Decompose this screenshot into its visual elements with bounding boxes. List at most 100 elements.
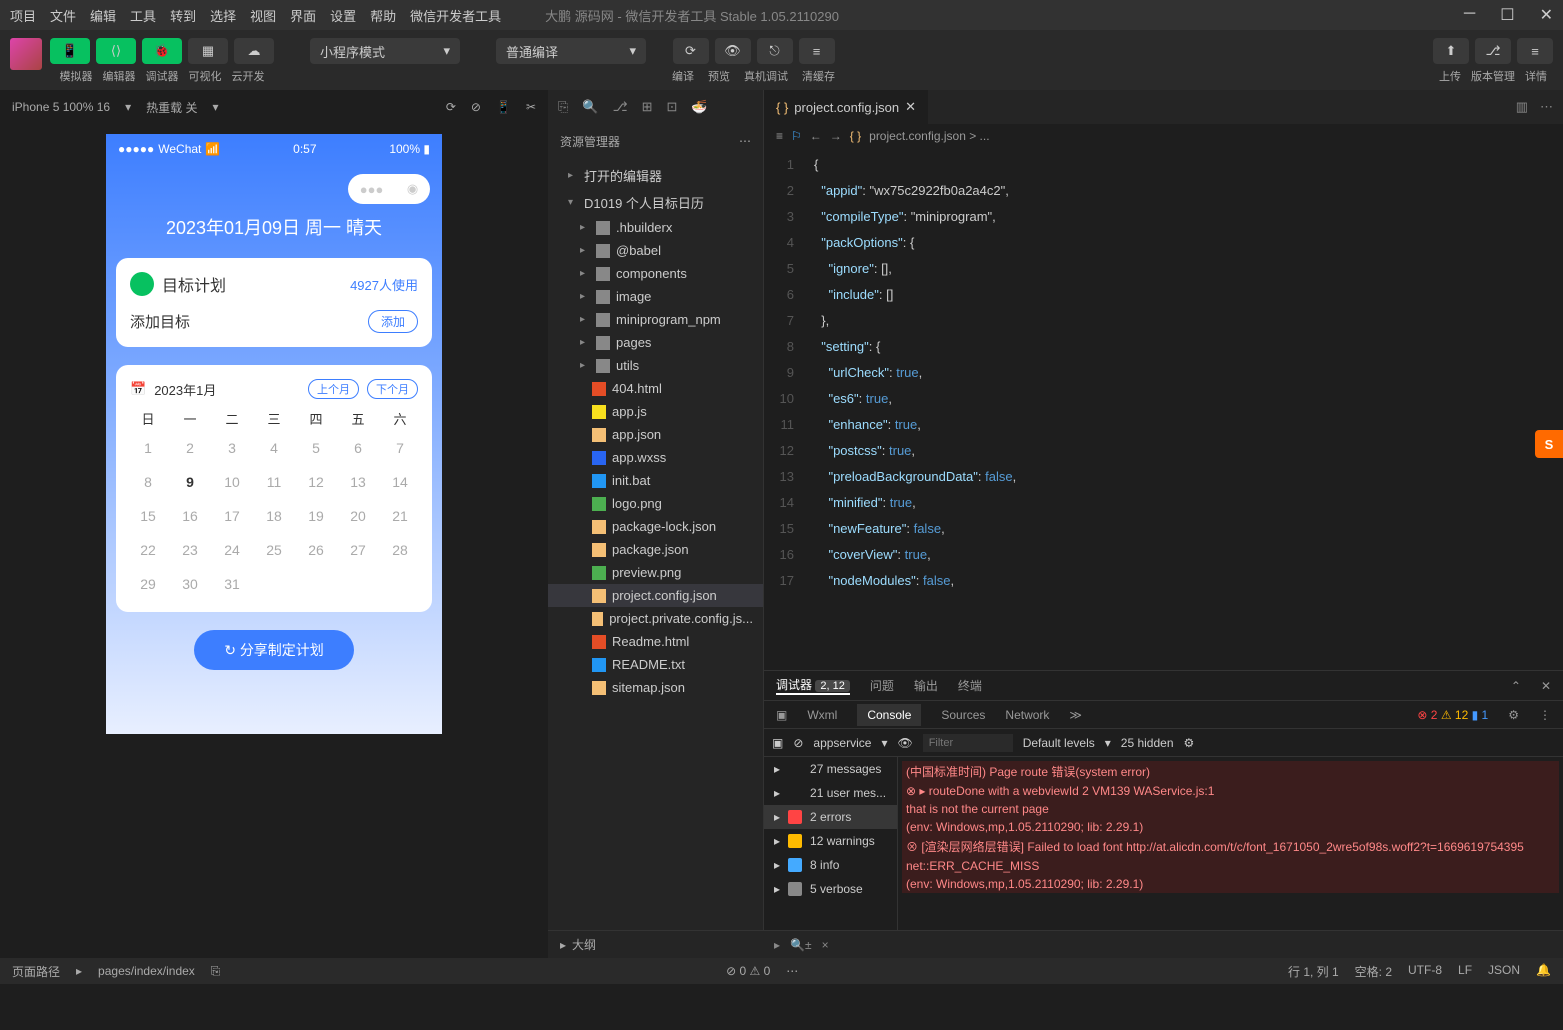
wxml-tab[interactable]: Wxml: [807, 708, 837, 722]
avatar[interactable]: [10, 38, 42, 70]
more-editor-icon[interactable]: ⋯: [1540, 99, 1553, 115]
menu-help[interactable]: 帮助: [370, 6, 396, 25]
bookmark-icon[interactable]: ⚐: [791, 129, 802, 143]
device-selector[interactable]: iPhone 5 100% 16: [12, 100, 110, 114]
project-root[interactable]: ▾D1019 个人目标日历: [548, 189, 763, 216]
encoding-status[interactable]: UTF-8: [1408, 963, 1442, 980]
console-filter-verb[interactable]: ▸5 verbose: [764, 877, 897, 901]
menu-project[interactable]: 项目: [10, 6, 36, 25]
details-button[interactable]: ≡: [1517, 38, 1553, 64]
folder-miniprogram_npm[interactable]: ▸miniprogram_npm: [548, 308, 763, 331]
folder-image[interactable]: ▸image: [548, 285, 763, 308]
compile-button[interactable]: ⟳: [673, 38, 709, 64]
context-selector[interactable]: appservice: [813, 736, 871, 750]
collapse-icon[interactable]: ⌃: [1511, 679, 1521, 693]
menu-ui[interactable]: 界面: [290, 6, 316, 25]
folder-utils[interactable]: ▸utils: [548, 354, 763, 377]
split-icon[interactable]: ▥: [1516, 99, 1528, 115]
menu-view[interactable]: 视图: [250, 6, 276, 25]
editor-button[interactable]: ⟨⟩: [96, 38, 136, 64]
eol-status[interactable]: LF: [1458, 963, 1472, 980]
console-filter-msg[interactable]: ▸27 messages: [764, 757, 897, 781]
menu-select[interactable]: 选择: [210, 6, 236, 25]
menu-file[interactable]: 文件: [50, 6, 76, 25]
search-icon[interactable]: 🔍: [582, 99, 598, 115]
file-item[interactable]: 404.html: [548, 377, 763, 400]
minimize-icon[interactable]: ─: [1464, 5, 1475, 25]
file-item[interactable]: app.js: [548, 400, 763, 423]
debug-tab-debugger[interactable]: 调试器 2, 12: [776, 676, 850, 695]
levels-dropdown[interactable]: Default levels: [1023, 736, 1095, 750]
console-tab[interactable]: Console: [857, 704, 921, 726]
close-tab-icon[interactable]: ✕: [905, 99, 916, 115]
phone-simulator[interactable]: ●●●●● WeChat📶 0:57 100% ▮ ●●●◉ 2023年01月0…: [106, 134, 442, 734]
gear-icon[interactable]: ⚙: [1508, 708, 1519, 722]
hidden-count[interactable]: 25 hidden: [1121, 736, 1174, 750]
menu-settings[interactable]: 设置: [330, 6, 356, 25]
lang-status[interactable]: JSON: [1488, 963, 1520, 980]
debug-tab-terminal[interactable]: 终端: [958, 677, 982, 694]
maximize-icon[interactable]: ☐: [1500, 5, 1514, 25]
debugger-button[interactable]: 🐞: [142, 38, 182, 64]
calendar-grid[interactable]: 日一二三四五六123456789101112131415161718192021…: [130, 409, 418, 598]
sogou-ime-icon[interactable]: S: [1535, 430, 1563, 458]
file-item[interactable]: init.bat: [548, 469, 763, 492]
folder-.hbuilderx[interactable]: ▸.hbuilderx: [548, 216, 763, 239]
console-filter-err[interactable]: ▸2 errors: [764, 805, 897, 829]
version-button[interactable]: ⎇: [1475, 38, 1511, 64]
close-icon[interactable]: ✕: [1540, 5, 1553, 25]
code-editor[interactable]: 1234567891011121314151617 { "appid": "wx…: [764, 148, 1563, 670]
folder-@babel[interactable]: ▸@babel: [548, 239, 763, 262]
prev-month-button[interactable]: 上个月: [308, 379, 359, 399]
file-item[interactable]: package.json: [548, 538, 763, 561]
remote-debug-button[interactable]: ⎋: [757, 38, 793, 64]
debug-tab-output[interactable]: 输出: [914, 677, 938, 694]
add-button[interactable]: 添加: [368, 310, 418, 333]
problems-status[interactable]: ⊘ 0 ⚠ 0: [726, 964, 770, 978]
more-icon[interactable]: ⋯: [739, 134, 751, 148]
file-item[interactable]: README.txt: [548, 653, 763, 676]
clear-console-icon[interactable]: ⊘: [793, 736, 803, 750]
file-item[interactable]: project.config.json: [548, 584, 763, 607]
file-item[interactable]: app.wxss: [548, 446, 763, 469]
cursor-position[interactable]: 行 1, 列 1: [1288, 963, 1339, 980]
mode-dropdown[interactable]: 小程序模式▾: [310, 38, 460, 64]
console-filter-info[interactable]: ▸8 info: [764, 853, 897, 877]
menu-wxdevtools[interactable]: 微信开发者工具: [410, 6, 501, 25]
bell-icon[interactable]: 🔔: [1536, 963, 1551, 980]
network-tab[interactable]: Network: [1005, 708, 1049, 722]
debug-tab-problems[interactable]: 问题: [870, 677, 894, 694]
menu-edit[interactable]: 编辑: [90, 6, 116, 25]
file-item[interactable]: logo.png: [548, 492, 763, 515]
file-item[interactable]: project.private.config.js...: [548, 607, 763, 630]
editor-tab[interactable]: { } project.config.json ✕: [764, 90, 928, 124]
file-item[interactable]: preview.png: [548, 561, 763, 584]
folder-pages[interactable]: ▸pages: [548, 331, 763, 354]
console-filter-msg[interactable]: ▸21 user mes...: [764, 781, 897, 805]
indent-status[interactable]: 空格: 2: [1355, 963, 1392, 980]
file-item[interactable]: app.json: [548, 423, 763, 446]
upload-button[interactable]: ⬆: [1433, 38, 1469, 64]
breadcrumb[interactable]: project.config.json > ...: [869, 129, 989, 143]
explorer-tab-icon[interactable]: ⎘: [558, 99, 568, 115]
file-item[interactable]: package-lock.json: [548, 515, 763, 538]
file-item[interactable]: Readme.html: [548, 630, 763, 653]
open-editors-section[interactable]: ▸打开的编辑器: [548, 162, 763, 189]
filter-input[interactable]: [923, 734, 1013, 752]
settings-icon[interactable]: ⚙: [1184, 736, 1195, 750]
menu-goto[interactable]: 转到: [170, 6, 196, 25]
capsule-menu[interactable]: ●●●◉: [348, 174, 430, 204]
sources-tab[interactable]: Sources: [941, 708, 985, 722]
preview-button[interactable]: 👁: [715, 38, 751, 64]
next-month-button[interactable]: 下个月: [367, 379, 418, 399]
hot-reload-toggle[interactable]: 热重载 关: [146, 99, 197, 116]
git-icon[interactable]: ⎇: [613, 99, 628, 115]
console-filter-warn[interactable]: ▸12 warnings: [764, 829, 897, 853]
share-button[interactable]: ↻ 分享制定计划: [194, 630, 354, 670]
visual-button[interactable]: ▦: [188, 38, 228, 64]
folder-components[interactable]: ▸components: [548, 262, 763, 285]
menu-tools[interactable]: 工具: [130, 6, 156, 25]
simulator-button[interactable]: 📱: [50, 38, 90, 64]
cloud-button[interactable]: ☁: [234, 38, 274, 64]
close-panel-icon[interactable]: ✕: [1541, 679, 1551, 693]
